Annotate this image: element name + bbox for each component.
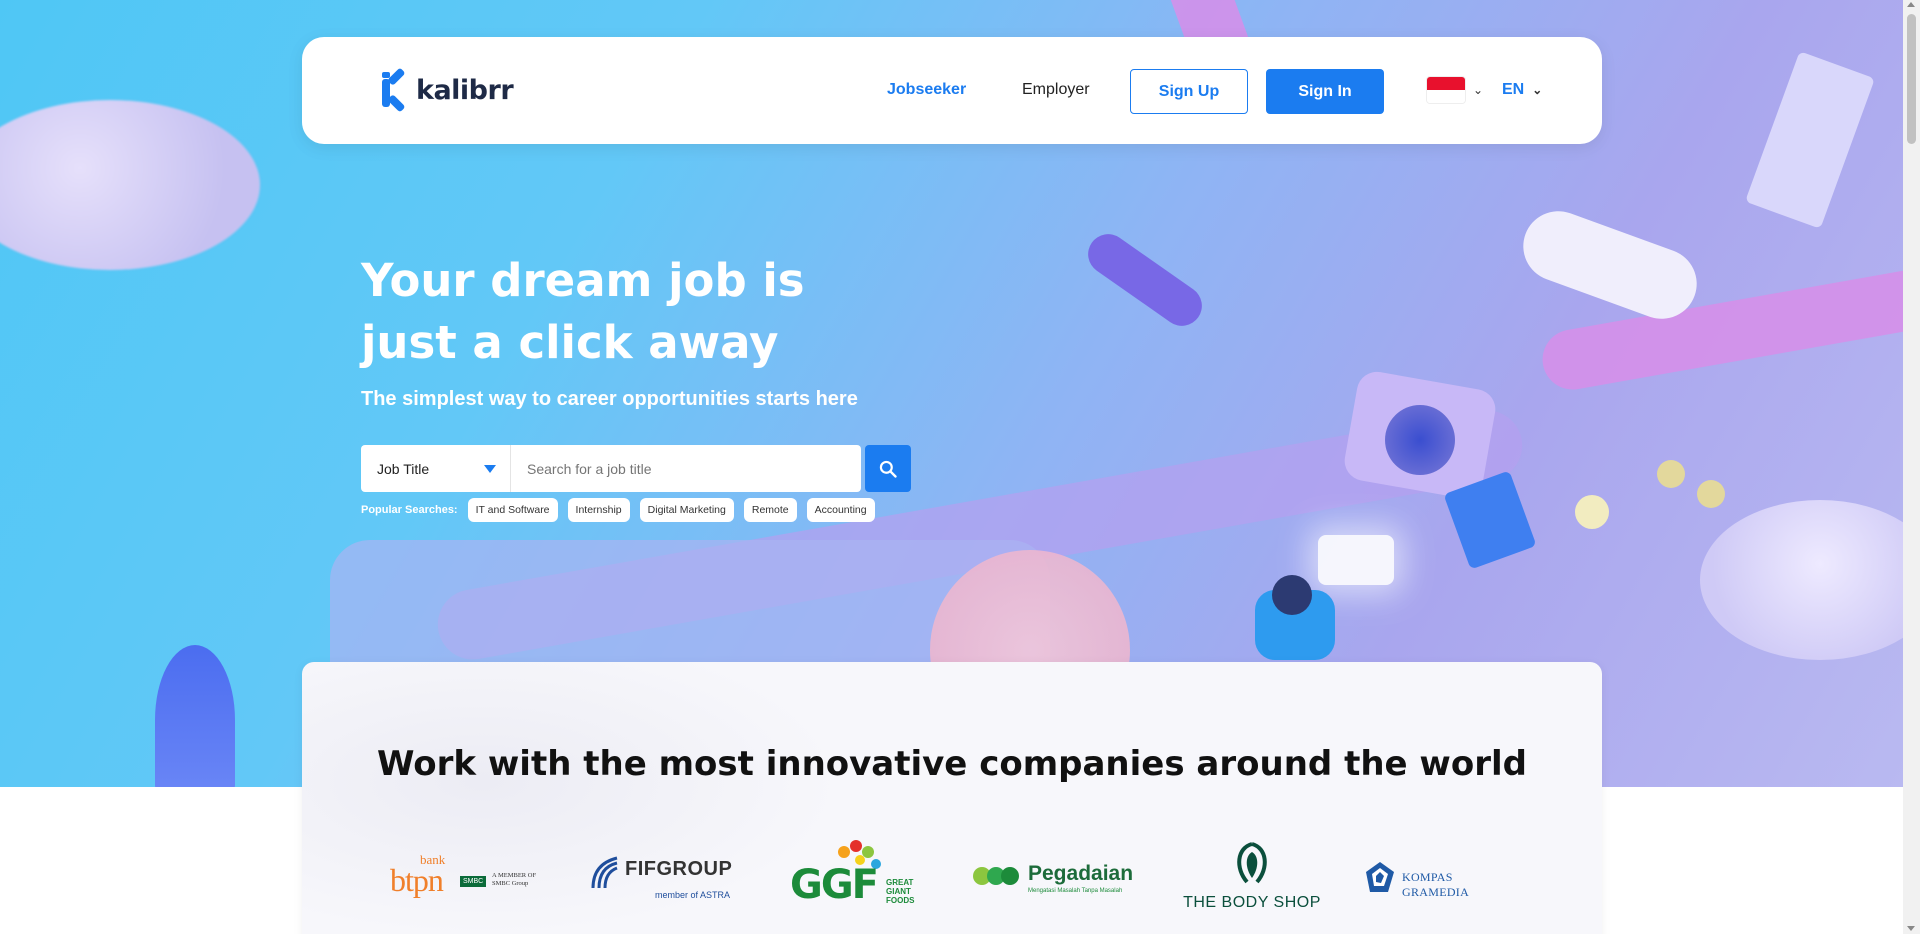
kalibrr-logo-icon	[382, 67, 408, 113]
ggf-logo-text: GGF	[790, 862, 879, 908]
popular-search-chip[interactable]: Internship	[567, 498, 630, 522]
person-head-illustration	[1272, 575, 1312, 615]
plane-illustration	[1513, 201, 1707, 329]
coin-illustration	[1575, 495, 1609, 529]
nav-jobseeker-link[interactable]: Jobseeker	[887, 81, 966, 99]
scroll-up-arrow-icon[interactable]	[1907, 2, 1915, 7]
btpn-logo[interactable]: bank btpn SMBC A MEMBER OF SMBC Group	[390, 838, 550, 918]
job-search-input[interactable]	[511, 445, 861, 492]
hero-title-line: just a click away	[361, 316, 779, 369]
coin-illustration	[1697, 480, 1725, 508]
pegadaian-logo-icon	[973, 867, 1019, 885]
coin-illustration	[1657, 460, 1685, 488]
companies-section: Work with the most innovative companies …	[302, 662, 1602, 934]
microphone-illustration	[1080, 226, 1210, 334]
the-body-shop-logo-icon	[1237, 842, 1267, 884]
paper-illustration	[1745, 51, 1875, 229]
top-navbar: kalibrr Jobseeker Employer Sign Up Sign …	[302, 37, 1602, 144]
scroll-down-arrow-icon[interactable]	[1907, 926, 1915, 931]
page-scrollbar[interactable]	[1903, 0, 1920, 934]
kompas-gramedia-logo-icon	[1366, 862, 1394, 892]
pegadaian-logo-text: Pegadaian	[1028, 862, 1134, 885]
search-button[interactable]	[865, 445, 911, 492]
chevron-down-icon: ⌄	[1473, 83, 1484, 97]
popular-search-chip[interactable]: IT and Software	[467, 498, 558, 522]
nav-employer-link[interactable]: Employer	[1022, 81, 1090, 99]
companies-title: Work with the most innovative companies …	[377, 744, 1527, 784]
sign-in-button[interactable]: Sign In	[1266, 69, 1384, 114]
scrollbar-thumb[interactable]	[1907, 14, 1916, 144]
search-type-dropdown[interactable]: Job Title	[361, 445, 511, 492]
camera-lens-illustration	[1385, 405, 1455, 475]
indonesia-flag-icon	[1427, 77, 1465, 103]
kompas-gramedia-logo[interactable]: KOMPAS GRAMEDIA	[1360, 838, 1520, 918]
btpn-logo-text: btpn	[390, 862, 444, 898]
search-type-value: Job Title	[377, 460, 430, 477]
job-search-bar: Job Title	[361, 445, 911, 492]
pegadaian-logo[interactable]: Pegadaian Mengatasi Masalah Tanpa Masala…	[972, 838, 1134, 918]
rocket-illustration	[155, 645, 235, 787]
logo-text: kalibrr	[416, 74, 514, 106]
country-selector[interactable]: ⌄	[1427, 77, 1483, 103]
glowing-card-illustration	[1318, 535, 1394, 585]
kompas-gramedia-logo-text: KOMPAS GRAMEDIA	[1402, 870, 1470, 899]
fifgroup-logo[interactable]: FIFGROUP member of ASTRA	[587, 838, 737, 918]
fifgroup-logo-text: FIFGROUP	[625, 858, 733, 880]
btpn-logo-group: SMBC Group	[492, 880, 529, 887]
sign-up-button[interactable]: Sign Up	[1130, 69, 1248, 114]
popular-searches: Popular Searches: IT and Software Intern…	[361, 498, 875, 522]
language-label: EN	[1502, 81, 1525, 98]
chevron-down-icon: ⌄	[1532, 83, 1543, 97]
company-logos: bank btpn SMBC A MEMBER OF SMBC Group FI…	[302, 838, 1602, 918]
the-body-shop-logo[interactable]: THE BODY SHOP	[1172, 838, 1332, 918]
popular-searches-label: Popular Searches:	[361, 504, 458, 516]
caret-down-icon	[484, 464, 496, 473]
pegadaian-logo-sub: Mengatasi Masalah Tanpa Masalah	[1028, 888, 1123, 894]
ggf-logo[interactable]: GGF GREAT GIANT FOODS	[790, 838, 920, 918]
btpn-logo-member: A MEMBER OF	[492, 872, 537, 879]
hero-title: Your dream job is just a click away	[361, 250, 961, 374]
popular-search-chip[interactable]: Digital Marketing	[639, 498, 734, 522]
ggf-logo-sub: GIANT	[886, 887, 911, 896]
fifgroup-logo-icon	[591, 856, 618, 889]
ggf-logo-sub: GREAT	[886, 878, 914, 887]
fifgroup-logo-sub: member of ASTRA	[655, 890, 731, 900]
hero-subtitle: The simplest way to career opportunities…	[361, 388, 858, 410]
cloud-illustration	[1700, 500, 1903, 660]
popular-search-chip[interactable]: Accounting	[806, 498, 875, 522]
search-icon	[879, 460, 897, 478]
cloud-illustration	[0, 100, 260, 270]
popular-search-chip[interactable]: Remote	[743, 498, 797, 522]
hero-title-line: Your dream job is	[361, 254, 805, 307]
kalibrr-logo[interactable]: kalibrr	[382, 67, 514, 113]
the-body-shop-logo-text: THE BODY SHOP	[1183, 894, 1321, 911]
ggf-logo-sub: FOODS	[886, 896, 915, 905]
language-selector[interactable]: EN ⌄	[1502, 81, 1542, 99]
smbc-badge: SMBC	[460, 876, 487, 887]
